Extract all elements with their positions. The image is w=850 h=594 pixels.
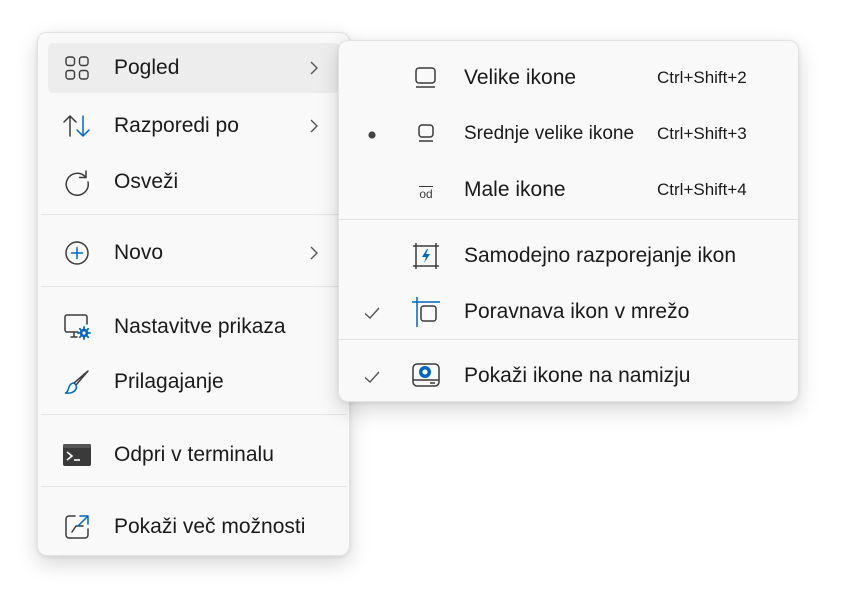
desktop-context-menu: Pogled Razporedi po Osveži Novo Nastavit… (37, 32, 350, 556)
view-submenu: Velike ikone Ctrl+Shift+2 Srednje velike… (338, 40, 799, 402)
menu-separator (41, 286, 346, 287)
menu-separator (41, 414, 346, 415)
chevron-right-icon (310, 246, 318, 260)
menu-item-label: Osveži (114, 170, 179, 193)
menu-item-label: Male ikone (464, 178, 566, 201)
menu-item-open-terminal[interactable]: Odpri v terminalu (48, 430, 340, 480)
menu-item-view[interactable]: Pogled (48, 43, 340, 93)
terminal-icon (62, 440, 92, 470)
menu-item-label: Samodejno razporejanje ikon (464, 244, 737, 267)
submenu-item-large-icons[interactable]: Velike ikone Ctrl+Shift+2 (339, 53, 798, 103)
menu-item-label: Velike ikone (464, 66, 577, 89)
menu-separator (41, 214, 346, 215)
menu-item-label: Pokaži več možnosti (114, 515, 306, 538)
menu-separator (339, 339, 798, 340)
auto-arrange-icon (411, 241, 441, 271)
submenu-item-medium-icons[interactable]: Srednje velike ikone Ctrl+Shift+3 (339, 109, 798, 159)
menu-item-sort-by[interactable]: Razporedi po (48, 101, 340, 151)
chevron-right-icon (310, 61, 318, 75)
menu-item-label: Nastavitve prikaza (114, 315, 286, 338)
submenu-item-auto-arrange[interactable]: Samodejno razporejanje ikon (339, 231, 798, 281)
open-external-icon (62, 512, 92, 542)
menu-item-label: Poravnava ikon v mrežo (464, 300, 690, 323)
menu-separator (41, 486, 346, 487)
medium-icons-icon (411, 119, 441, 149)
large-icons-icon (411, 63, 441, 93)
menu-item-new[interactable]: Novo (48, 228, 340, 278)
display-settings-icon (62, 312, 92, 342)
menu-item-label: Prilagajanje (114, 370, 224, 393)
submenu-item-small-icons[interactable]: od Male ikone Ctrl+Shift+4 (339, 165, 798, 215)
menu-item-personalize[interactable]: Prilagajanje (48, 357, 340, 407)
menu-item-label: Odpri v terminalu (114, 443, 274, 466)
small-icons-icon: od (411, 175, 441, 205)
sort-arrows-icon (62, 111, 92, 141)
submenu-item-show-desktop-icons[interactable]: Pokaži ikone na namizju (339, 351, 798, 401)
keyboard-shortcut: Ctrl+Shift+3 (657, 124, 747, 143)
plus-circle-icon (62, 238, 92, 268)
small-icons-icon-text: od (419, 186, 433, 201)
submenu-item-align-to-grid[interactable]: Poravnava ikon v mrežo (339, 287, 798, 337)
align-grid-icon (411, 297, 441, 327)
menu-item-label: Razporedi po (114, 114, 239, 137)
paintbrush-icon (62, 367, 92, 397)
menu-item-refresh[interactable]: Osveži (48, 157, 340, 207)
checkmark-icon (361, 302, 383, 324)
menu-item-label: Pogled (114, 56, 180, 79)
refresh-icon (62, 167, 92, 197)
grid-four-squares-icon (62, 53, 92, 83)
menu-item-label: Srednje velike ikone (464, 123, 635, 144)
menu-item-label: Novo (114, 241, 164, 264)
chevron-right-icon (310, 119, 318, 133)
checkmark-icon (361, 366, 383, 388)
keyboard-shortcut: Ctrl+Shift+2 (657, 68, 747, 87)
menu-item-label: Pokaži ikone na namizju (464, 364, 691, 387)
selected-bullet-icon (361, 124, 383, 146)
menu-item-display-settings[interactable]: Nastavitve prikaza (48, 302, 340, 352)
keyboard-shortcut: Ctrl+Shift+4 (657, 180, 747, 199)
menu-item-show-more-options[interactable]: Pokaži več možnosti (48, 502, 340, 552)
menu-separator (339, 219, 798, 220)
show-desktop-icons-icon (411, 361, 441, 391)
